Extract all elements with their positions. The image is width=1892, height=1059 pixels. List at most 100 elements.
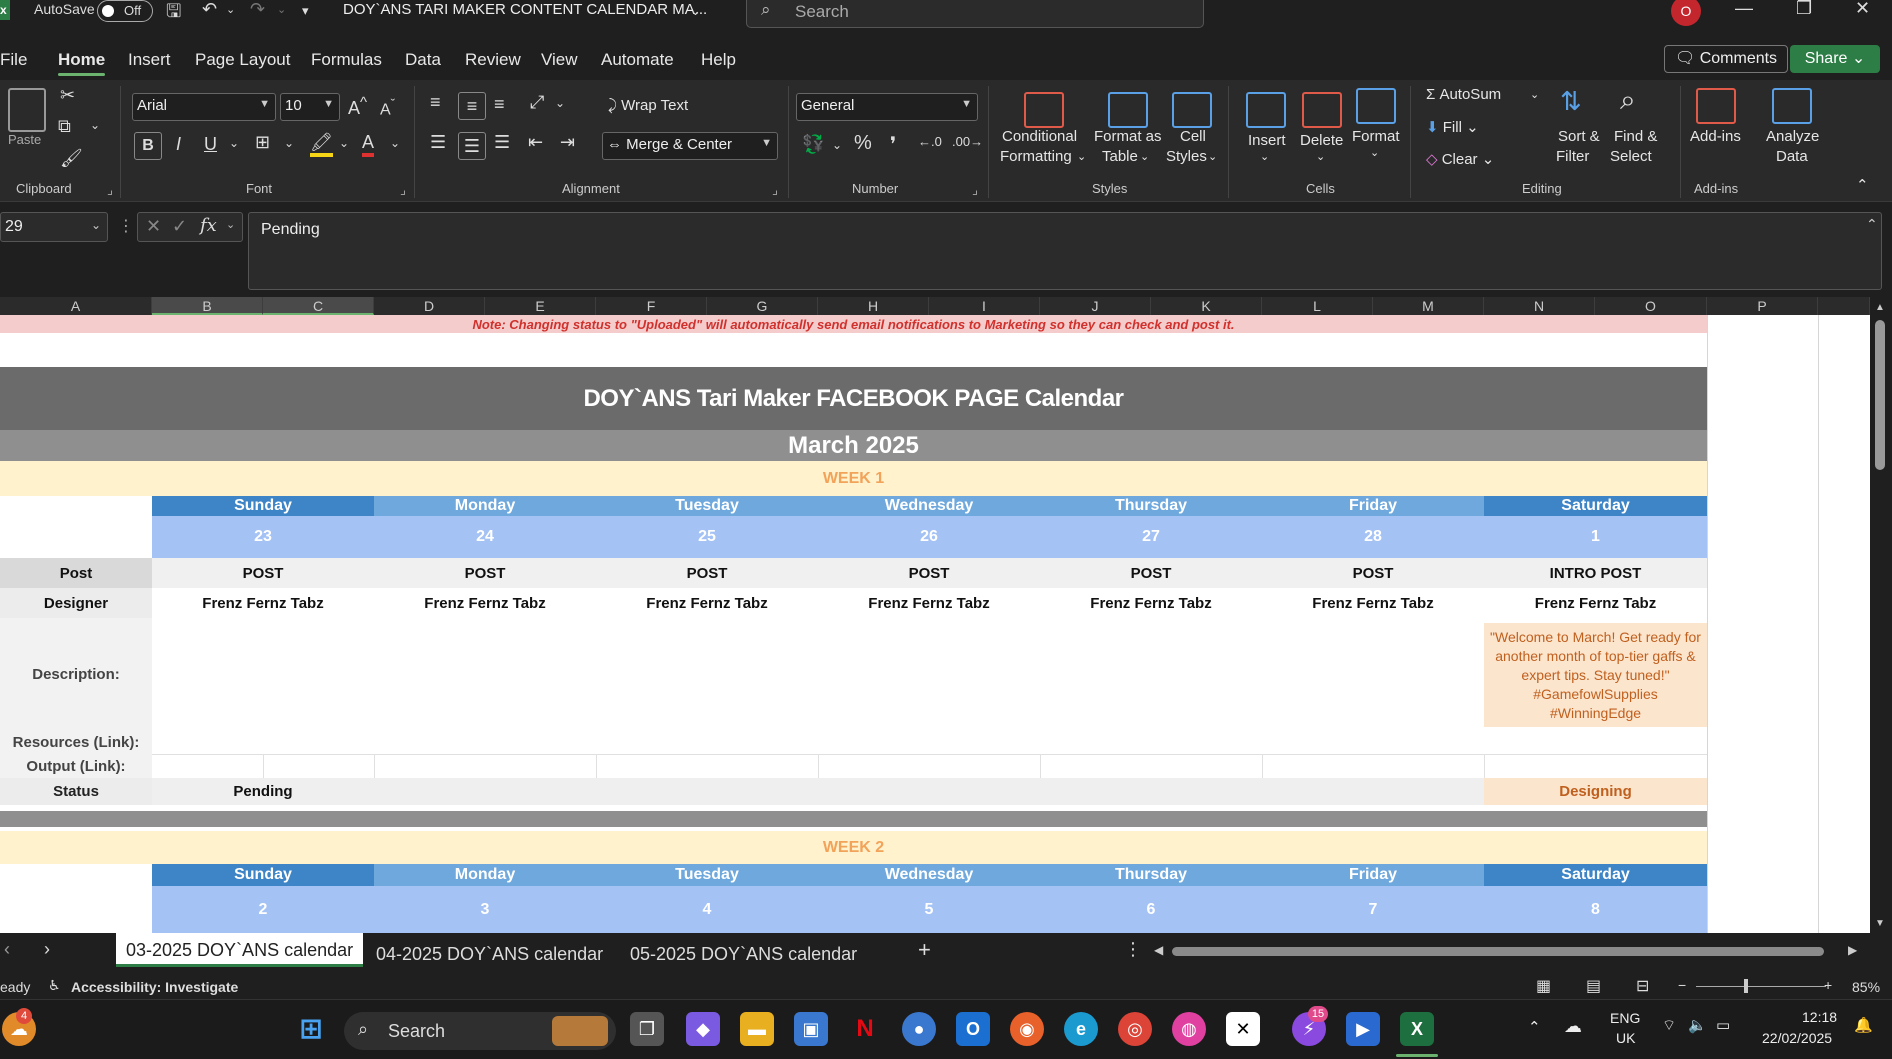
copilot-icon[interactable]: ◆	[686, 1012, 720, 1046]
normal-view-icon[interactable]: ▦	[1536, 976, 1551, 996]
column-header-p[interactable]: P	[1707, 297, 1818, 315]
month-header[interactable]: March 2025	[0, 430, 1707, 461]
column-header-j[interactable]: J	[1040, 297, 1151, 315]
post-cell[interactable]: POST	[374, 558, 596, 588]
align-bottom-icon[interactable]: ≡	[494, 94, 505, 115]
increase-decimal-icon[interactable]: ←.0	[918, 134, 942, 149]
post-cell[interactable]: POST	[818, 558, 1040, 588]
post-cell[interactable]: INTRO POST	[1484, 558, 1707, 588]
day-header-wednesday[interactable]: Wednesday	[818, 864, 1040, 886]
day-header-monday[interactable]: Monday	[374, 496, 596, 516]
share-button[interactable]: Share ⌄	[1790, 45, 1880, 73]
day-header-monday[interactable]: Monday	[374, 864, 596, 886]
date-cell[interactable]: 26	[818, 516, 1040, 558]
restore-icon[interactable]: ❐	[1796, 0, 1812, 19]
file-explorer-icon[interactable]: ▬	[740, 1012, 774, 1046]
align-middle-icon[interactable]: ≡	[458, 92, 486, 120]
date-cell[interactable]: 7	[1262, 886, 1484, 933]
sheet-options-icon[interactable]: ⋮	[1124, 939, 1142, 960]
paste-label[interactable]: Paste	[8, 132, 41, 147]
worksheet[interactable]: Note: Changing status to "Uploaded" will…	[0, 315, 1870, 933]
column-header-m[interactable]: M	[1373, 297, 1484, 315]
row-label-resources[interactable]: Resources (Link):	[0, 730, 152, 754]
recording-icon[interactable]: O	[1671, 0, 1701, 26]
addins-button[interactable]: Add-ins	[1690, 128, 1741, 145]
zoom-level[interactable]: 85%	[1852, 979, 1880, 995]
tray-expand-icon[interactable]: ⌃	[1528, 1018, 1541, 1036]
sort-filter-line1[interactable]: Sort &	[1558, 128, 1600, 145]
task-view-icon[interactable]: ❐	[630, 1012, 664, 1046]
date-cell[interactable]: 8	[1484, 886, 1707, 933]
sheet-tab[interactable]: 05-2025 DOY`ANS calendar	[620, 937, 867, 971]
note-cell[interactable]: Note: Changing status to "Uploaded" will…	[0, 315, 1707, 333]
column-header-k[interactable]: K	[1151, 297, 1262, 315]
row-label-description[interactable]: Description:	[0, 618, 152, 730]
bold-icon[interactable]: B	[134, 132, 162, 160]
description-cell-saturday[interactable]: "Welcome to March! Get ready for another…	[1484, 623, 1707, 727]
insert-cells-button[interactable]: Insert	[1248, 132, 1286, 149]
designer-cell[interactable]: Frenz Fernz Tabz	[1040, 588, 1262, 618]
edge-icon[interactable]: e	[1064, 1012, 1098, 1046]
customize-toolbar-icon[interactable]: ▾	[302, 3, 309, 19]
confirm-entry-icon[interactable]: ✓	[172, 216, 187, 237]
fill-color-icon[interactable]: 🖍	[310, 132, 333, 157]
increase-indent-icon[interactable]: ⇥	[560, 132, 575, 153]
underline-icon[interactable]: U	[204, 134, 217, 155]
save-icon[interactable]: 🖫	[166, 0, 181, 29]
netflix-icon[interactable]: N	[848, 1012, 882, 1046]
designer-cell[interactable]: Frenz Fernz Tabz	[596, 588, 818, 618]
date-cell[interactable]: 5	[818, 886, 1040, 933]
italic-icon[interactable]: I	[176, 134, 181, 155]
week-1-header[interactable]: WEEK 1	[0, 461, 1707, 496]
excel-icon[interactable]: X	[1400, 1012, 1434, 1046]
autosave-toggle[interactable]: Off	[97, 0, 153, 22]
close-icon[interactable]: ✕	[1855, 0, 1870, 19]
cut-icon[interactable]: ✂	[60, 85, 75, 106]
clock-time[interactable]: 12:18	[1802, 1009, 1837, 1025]
column-header-a[interactable]: A	[0, 297, 152, 315]
menu-automate[interactable]: Automate	[601, 50, 674, 70]
date-cell[interactable]: 2	[152, 886, 374, 933]
date-cell[interactable]: 1	[1484, 516, 1707, 558]
store-icon[interactable]: ▣	[794, 1012, 828, 1046]
menu-file[interactable]: File	[0, 50, 27, 70]
font-color-dropdown-icon[interactable]: ⌄	[390, 136, 400, 150]
column-header-n[interactable]: N	[1484, 297, 1595, 315]
clipboard-launcher-icon[interactable]: ⌟	[107, 182, 113, 198]
underline-dropdown-icon[interactable]: ⌄	[229, 136, 239, 150]
more-options-icon[interactable]: ⋮	[118, 216, 134, 236]
cell-styles-line1[interactable]: Cell	[1180, 128, 1206, 145]
increase-font-icon[interactable]: A^	[348, 94, 367, 119]
date-cell[interactable]: 27	[1040, 516, 1262, 558]
sheet-tab-active[interactable]: 03-2025 DOY`ANS calendar	[116, 933, 364, 967]
clock-date[interactable]: 22/02/2025	[1762, 1030, 1832, 1046]
accounting-dropdown-icon[interactable]: ⌄	[832, 138, 842, 152]
accounting-format-icon[interactable]: 💱	[802, 134, 824, 155]
comments-button[interactable]: 🗨 Comments	[1664, 45, 1788, 73]
menu-help[interactable]: Help	[701, 50, 736, 70]
delete-cells-button[interactable]: Delete	[1300, 132, 1343, 149]
font-size-select[interactable]: 10 ▼	[280, 93, 340, 121]
date-cell[interactable]: 24	[374, 516, 596, 558]
start-icon[interactable]: ⊞	[294, 1012, 328, 1046]
fill-color-dropdown-icon[interactable]: ⌄	[339, 136, 349, 150]
day-header-sunday[interactable]: Sunday	[152, 864, 374, 886]
firefox-icon[interactable]: ◉	[1010, 1012, 1044, 1046]
formula-input[interactable]: Pending	[248, 212, 1882, 290]
wifi-icon[interactable]: ⌔	[1662, 1016, 1676, 1035]
font-color-icon[interactable]: A	[362, 132, 375, 157]
page-layout-view-icon[interactable]: ▤	[1586, 976, 1601, 996]
day-header-saturday[interactable]: Saturday	[1484, 496, 1707, 516]
day-header-sunday[interactable]: Sunday	[152, 496, 374, 516]
horizontal-scroll-thumb[interactable]	[1172, 947, 1824, 956]
zoom-in-icon[interactable]: +	[1824, 977, 1832, 993]
copy-dropdown-icon[interactable]: ⌄	[90, 118, 100, 132]
column-header-i[interactable]: I	[929, 297, 1040, 315]
decrease-decimal-icon[interactable]: .00→	[952, 134, 983, 149]
color-app-icon[interactable]: ◍	[1172, 1012, 1206, 1046]
percent-icon[interactable]: %	[854, 132, 872, 155]
page-break-view-icon[interactable]: ⊟	[1636, 976, 1649, 996]
menu-formulas[interactable]: Formulas	[311, 50, 382, 70]
comma-style-icon[interactable]: ❜	[890, 132, 896, 157]
day-header-tuesday[interactable]: Tuesday	[596, 864, 818, 886]
